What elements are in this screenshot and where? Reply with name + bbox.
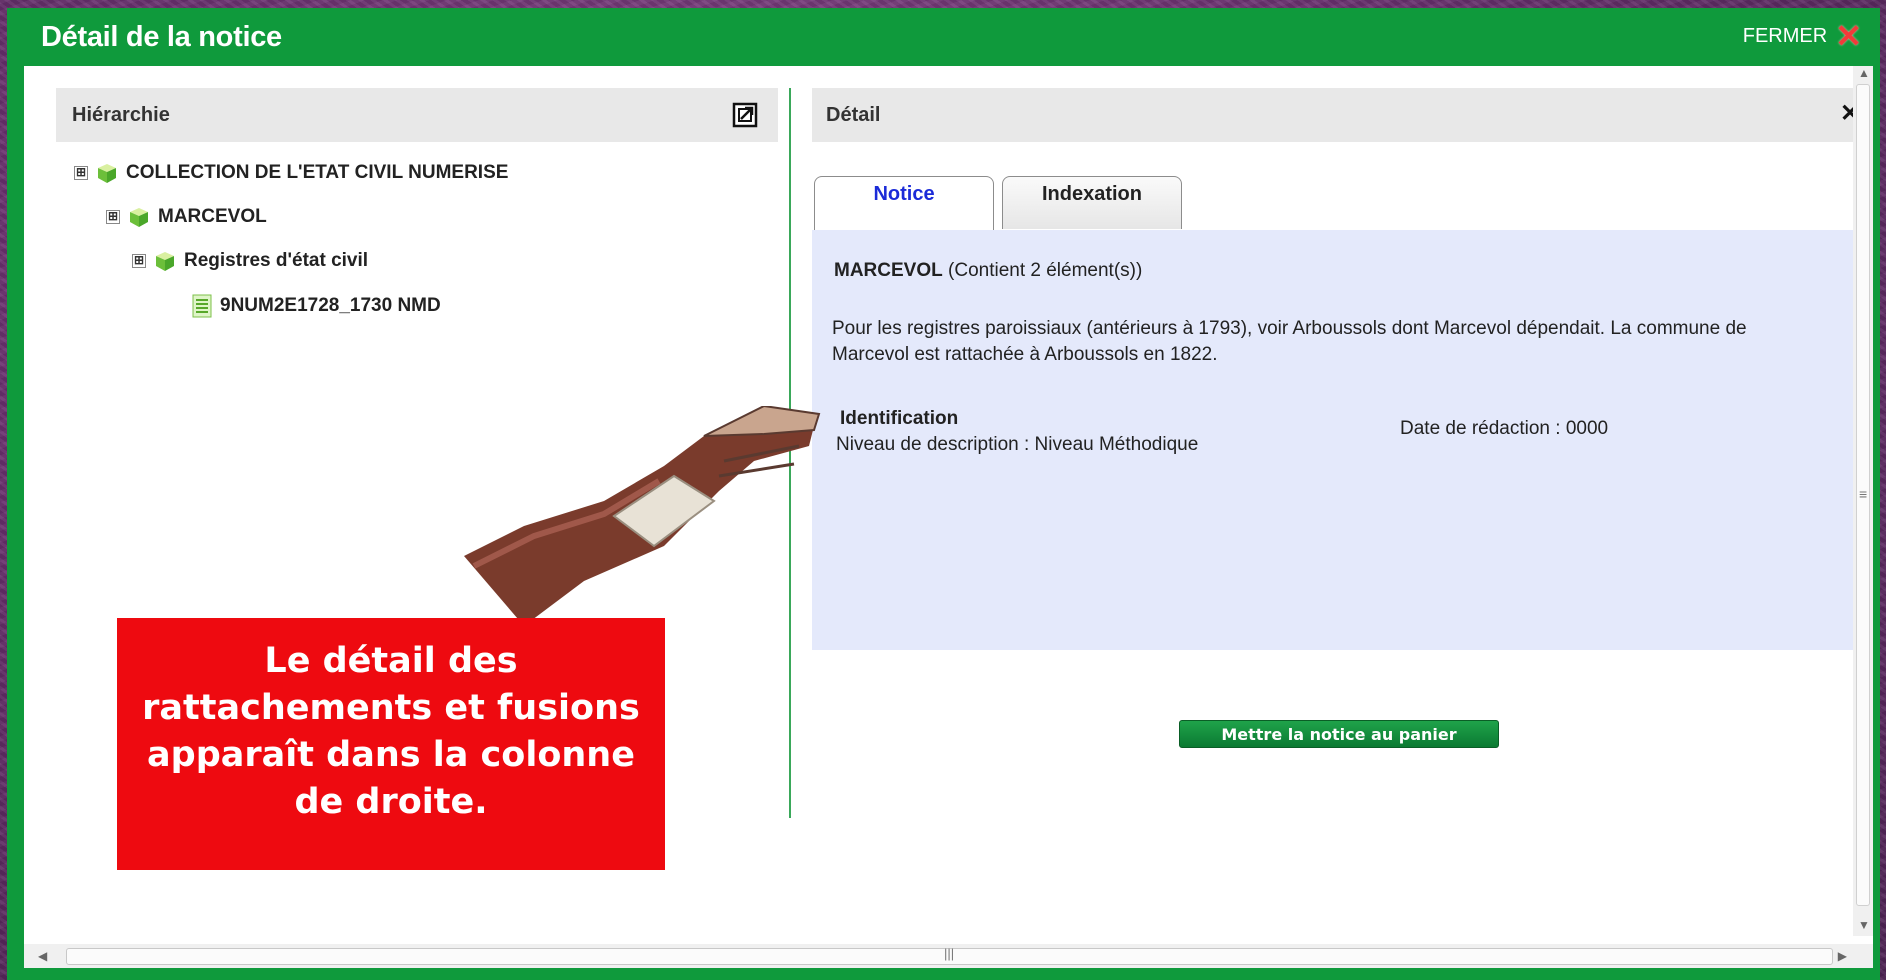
expand-icon[interactable]: ⊞	[74, 166, 88, 180]
detail-tabs: Notice Indexation	[814, 176, 1854, 231]
scroll-right-icon[interactable]: ▶	[1838, 949, 1847, 963]
tree-item-collection[interactable]: ⊞ COLLECTION DE L'ETAT CIVIL NUMERISE	[74, 162, 508, 184]
tree-item-document[interactable]: 9NUM2E1728_1730 NMD	[192, 294, 441, 318]
hierarchy-title: Hiérarchie	[72, 103, 170, 126]
expand-icon[interactable]: ⊞	[132, 254, 146, 268]
tree-item-label: COLLECTION DE L'ETAT CIVIL NUMERISE	[126, 162, 509, 183]
vertical-scrollbar[interactable]: ▲ ≡ ▼	[1853, 66, 1873, 936]
scroll-up-icon[interactable]: ▲	[1858, 66, 1870, 80]
horizontal-scrollbar[interactable]: ◀ ||| ▶	[24, 944, 1873, 968]
add-to-basket-button[interactable]: Mettre la notice au panier	[1179, 720, 1499, 748]
description-level: Niveau de description : Niveau Méthodiqu…	[836, 434, 1199, 455]
notice-heading: MARCEVOL (Contient 2 élément(s))	[834, 260, 1142, 282]
tab-notice[interactable]: Notice	[814, 176, 994, 231]
tree-item-registres[interactable]: ⊞ Registres d'état civil	[132, 250, 368, 272]
close-icon: ✕	[1835, 18, 1862, 54]
tree-item-label: MARCEVOL	[158, 206, 267, 227]
notice-count: (Contient 2 élément(s))	[948, 260, 1143, 281]
identification-heading: Identification	[840, 408, 959, 429]
close-dialog-button[interactable]: FERMER ✕	[1742, 18, 1862, 54]
notice-description: Pour les registres paroissiaux (antérieu…	[832, 318, 1747, 365]
grip-icon: ≡	[1859, 486, 1868, 502]
dialog-title-bar: Détail de la notice FERMER ✕	[7, 8, 1880, 66]
popout-icon[interactable]	[730, 100, 760, 130]
cube-icon	[130, 208, 148, 227]
dialog-title: Détail de la notice	[41, 20, 282, 53]
expand-icon[interactable]: ⊞	[106, 210, 120, 224]
dialog-content: Hiérarchie ⊞ COLLECTION DE L'ETAT CIVIL …	[24, 66, 1873, 968]
grip-icon: |||	[944, 946, 955, 961]
notice-panel: MARCEVOL (Contient 2 élément(s)) Pour le…	[812, 230, 1858, 650]
cube-icon	[156, 252, 174, 271]
tab-indexation[interactable]: Indexation	[1002, 176, 1182, 229]
tree-item-label: Registres d'état civil	[184, 250, 369, 271]
scroll-down-icon[interactable]: ▼	[1858, 918, 1870, 932]
detail-title: Détail	[826, 103, 881, 126]
redaction-date: Date de rédaction : 0000	[1400, 418, 1609, 439]
notice-name: MARCEVOL	[834, 260, 943, 281]
detail-header: Détail ✕	[812, 88, 1872, 142]
document-icon	[192, 294, 212, 318]
close-label: FERMER	[1742, 24, 1828, 47]
annotation-callout: Le détail des rattachements et fusions a…	[117, 618, 665, 870]
tree-item-label: 9NUM2E1728_1730 NMD	[220, 295, 441, 316]
scroll-left-icon[interactable]: ◀	[38, 949, 47, 963]
notice-detail-dialog: Détail de la notice FERMER ✕ Hiérarchie …	[7, 8, 1880, 980]
cube-icon	[98, 164, 116, 183]
tree-item-marcevol[interactable]: ⊞ MARCEVOL	[106, 206, 267, 228]
hierarchy-header: Hiérarchie	[56, 88, 778, 142]
pointing-hand-icon	[464, 406, 821, 626]
